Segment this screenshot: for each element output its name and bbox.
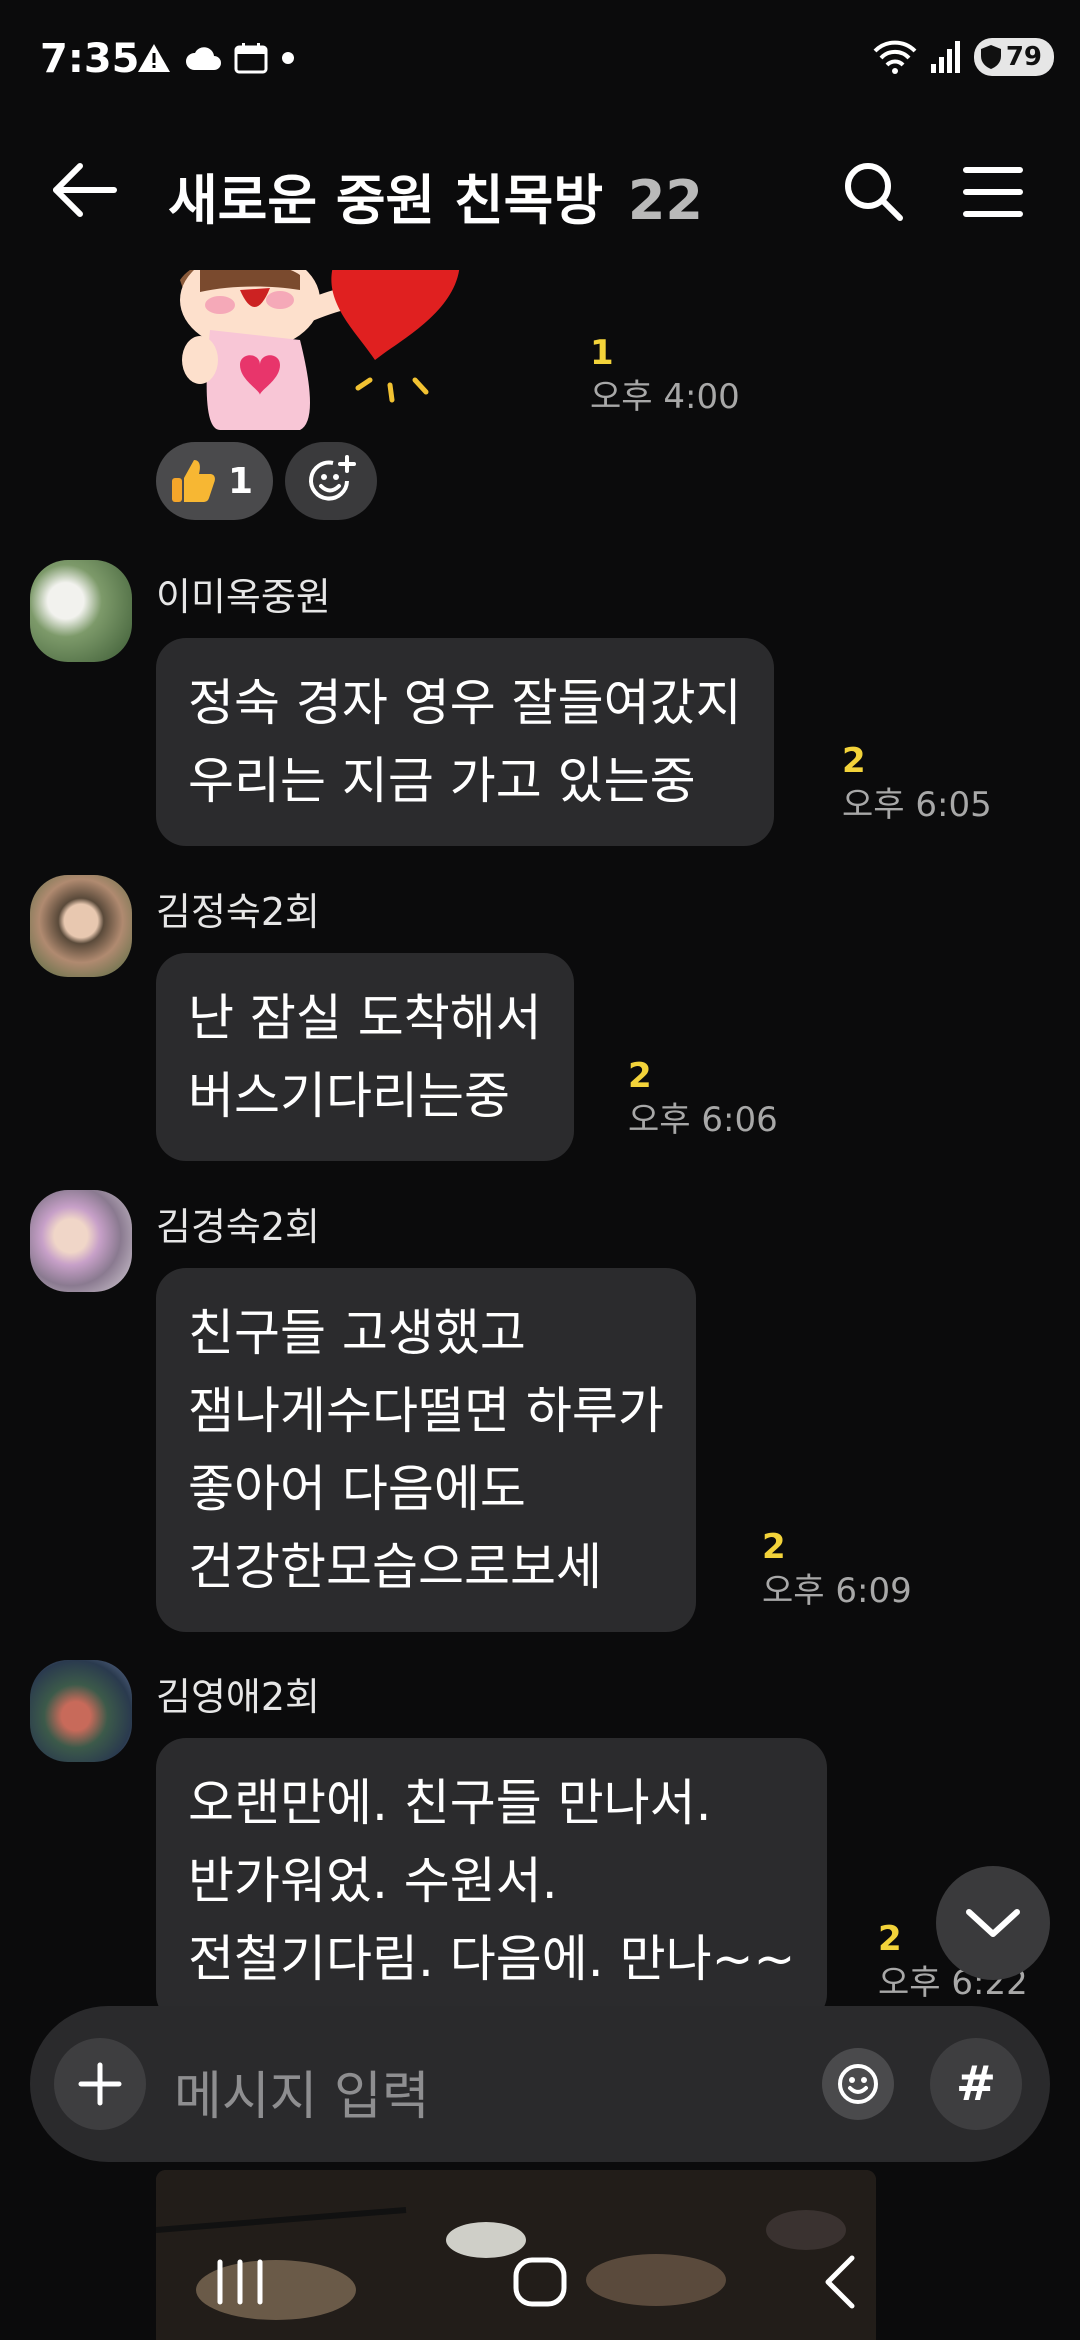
status-bar: 7:35 79 <box>0 0 1080 120</box>
message-line: 반가워었. 수원서. <box>188 1852 558 1910</box>
status-time: 7:35 <box>40 36 140 82</box>
message-line: 버스기다리는중 <box>188 1067 510 1125</box>
search-icon[interactable] <box>840 158 906 224</box>
message-time: 오후 6:09 <box>762 1571 912 1611</box>
message-input[interactable]: 메시지 입력 <box>174 2054 430 2129</box>
add-reaction-icon <box>309 455 357 501</box>
message-bubble[interactable]: 친구들 고생했고 잼나게수다떨면 하루가 좋아어 다음에도 건강한모습으로보세 <box>156 1268 696 1632</box>
thumbs-up-icon <box>172 460 215 502</box>
hash-button[interactable]: # <box>930 2038 1022 2130</box>
sender-name: 김경숙2회 <box>156 1205 321 1249</box>
message-line: 전철기다림. 다음에. 만나~~ <box>188 1930 796 1988</box>
shield-icon <box>980 45 1001 69</box>
unread-count: 1 <box>590 333 614 373</box>
warning-icon <box>138 44 170 72</box>
system-navigation-bar <box>0 2220 1080 2340</box>
sticker-meta: 1 오후 4:00 <box>590 336 740 414</box>
chevron-down-icon <box>966 1909 1020 1937</box>
message-time: 오후 4:00 <box>590 377 740 417</box>
battery-indicator: 79 <box>973 38 1054 76</box>
reaction-count: 1 <box>228 460 254 502</box>
menu-icon[interactable] <box>960 162 1026 222</box>
dot-icon <box>282 52 294 64</box>
emoji-icon <box>838 2064 878 2104</box>
unread-count: 2 <box>628 1056 652 1096</box>
sender-name: 김영애2회 <box>156 1675 321 1719</box>
member-count: 22 <box>627 169 704 232</box>
calendar-icon <box>234 43 268 74</box>
message-line: 건강한모습으로보세 <box>188 1538 602 1596</box>
thumbs-up-reaction[interactable]: 1 <box>156 442 274 520</box>
status-system-icons: 79 <box>872 38 1054 76</box>
chat-header: 새로운 중원 친목방 22 <box>0 130 1080 250</box>
back-nav-icon[interactable] <box>800 2250 880 2314</box>
message-bubble[interactable]: 난 잠실 도착해서 버스기다리는중 <box>156 953 574 1161</box>
sender-name: 이미옥중원 <box>156 575 331 619</box>
avatar[interactable] <box>30 1190 132 1292</box>
message-line: 정숙 경자 영우 잘들여갔지 <box>188 674 742 732</box>
message-line: 좋아어 다음에도 <box>188 1460 526 1518</box>
unread-count: 2 <box>842 741 866 781</box>
reaction-bar: 1 <box>156 442 378 520</box>
wifi-icon <box>873 40 917 74</box>
message-bubble[interactable]: 오랜만에. 친구들 만나서. 반가워었. 수원서. 전철기다림. 다음에. 만나… <box>156 1738 828 2020</box>
status-notification-icons <box>136 42 296 74</box>
emoji-button[interactable] <box>822 2048 894 2120</box>
plus-icon <box>78 2062 122 2106</box>
message-line: 잼나게수다떨면 하루가 <box>188 1382 664 1440</box>
message-line: 친구들 고생했고 <box>188 1304 526 1362</box>
cloud-icon <box>185 47 221 70</box>
sticker-message[interactable] <box>160 270 580 430</box>
back-arrow-icon[interactable] <box>50 160 120 220</box>
room-name: 새로운 중원 친목방 <box>168 169 604 232</box>
avatar[interactable] <box>30 1660 132 1762</box>
sender-name: 김정숙2회 <box>156 890 321 934</box>
character-sticker-image <box>180 270 460 430</box>
message-meta: 2 오후 6:09 <box>762 1530 912 1608</box>
message-time: 오후 6:05 <box>842 785 992 825</box>
avatar[interactable] <box>30 560 132 662</box>
avatar[interactable] <box>30 875 132 977</box>
message-bubble[interactable]: 정숙 경자 영우 잘들여갔지 우리는 지금 가고 있는중 <box>156 638 774 846</box>
signal-icon <box>930 41 960 73</box>
message-time: 오후 6:06 <box>628 1100 778 1140</box>
message-meta: 2 오후 6:06 <box>628 1059 778 1137</box>
attach-button[interactable] <box>54 2038 146 2130</box>
unread-count: 2 <box>762 1527 786 1567</box>
message-line: 난 잠실 도착해서 <box>188 989 542 1047</box>
message-line: 우리는 지금 가고 있는중 <box>188 752 696 810</box>
scroll-to-bottom-button[interactable] <box>936 1866 1050 1980</box>
hash-icon: # <box>955 2056 997 2112</box>
message-line: 오랜만에. 친구들 만나서. <box>188 1774 712 1832</box>
message-input-bar: 메시지 입력 # <box>30 2006 1050 2162</box>
message-meta: 2 오후 6:05 <box>842 744 992 822</box>
recent-apps-icon[interactable] <box>200 2250 280 2314</box>
home-icon[interactable] <box>500 2250 580 2314</box>
add-reaction-button[interactable] <box>285 442 378 520</box>
message-list[interactable]: 1 오후 4:00 1 이미옥중원 정숙 경자 영우 잘들여갔지 우리는 지금 … <box>0 270 1080 2020</box>
chat-room-title: 새로운 중원 친목방 22 <box>168 156 703 235</box>
battery-level: 79 <box>1005 42 1042 72</box>
